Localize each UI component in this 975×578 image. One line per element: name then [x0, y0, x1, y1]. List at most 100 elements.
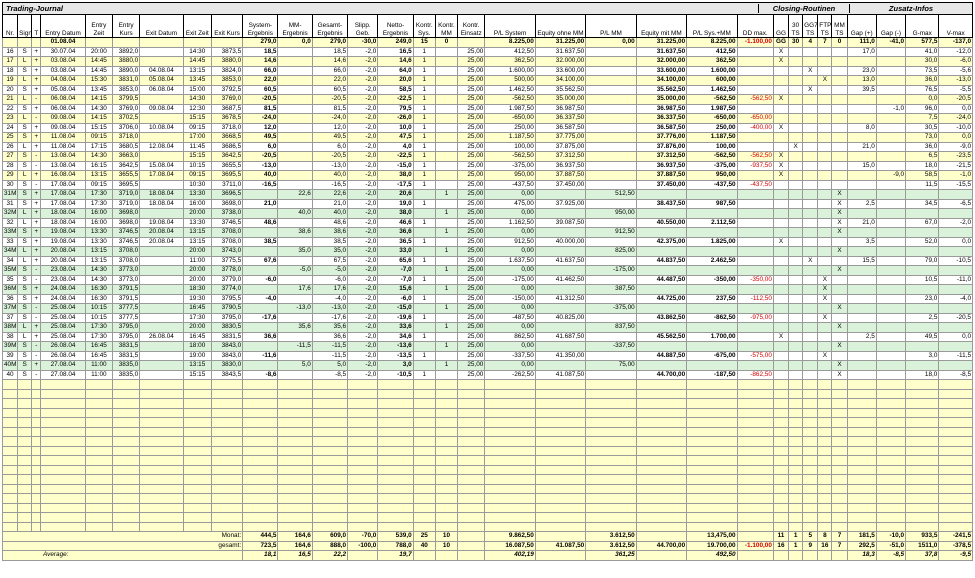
summary-cell	[736, 550, 774, 561]
table-cell	[1, 521, 19, 532]
table-cell: 25,00	[457, 75, 486, 86]
table-cell: 38,0	[377, 170, 414, 181]
table-cell	[434, 464, 459, 475]
table-cell	[311, 455, 349, 466]
table-cell: 3792,5	[210, 84, 244, 95]
table-cell	[635, 521, 688, 532]
table-cell	[434, 293, 459, 304]
table-cell	[457, 512, 486, 523]
table-cell	[635, 445, 688, 456]
table-cell	[817, 246, 833, 257]
table-cell: 111,0	[846, 37, 877, 48]
table-cell	[277, 65, 313, 76]
table-cell	[457, 483, 486, 494]
table-cell: 0,00	[484, 208, 536, 219]
summary-cell: 25	[412, 531, 436, 542]
table-cell: 36,0	[905, 141, 940, 152]
table-cell: 13:30	[182, 189, 212, 200]
table-cell: 36.987,50	[534, 103, 587, 114]
summary-cell: 8	[817, 531, 833, 542]
table-cell	[84, 464, 113, 475]
table-cell	[242, 483, 279, 494]
table-cell	[17, 445, 33, 456]
table-cell	[40, 379, 86, 390]
table-cell: 76,5	[905, 84, 940, 95]
table-cell: 0,00	[484, 360, 536, 371]
table-cell: -10,5	[377, 369, 414, 380]
table-cell	[772, 113, 790, 124]
summary-cell: 16,5	[277, 550, 313, 561]
table-cell	[17, 37, 33, 48]
table-cell	[377, 398, 414, 409]
journal-table: Nr.SignalTEntry DatumEntry ZeitEntry Kur…	[1, 14, 973, 561]
column-header: Entry Datum	[40, 14, 86, 38]
table-cell	[484, 512, 536, 523]
table-cell	[802, 189, 819, 200]
table-cell	[817, 445, 833, 456]
table-cell	[585, 474, 637, 485]
table-cell: 40,0	[242, 170, 279, 181]
table-cell: 3775,5	[210, 255, 244, 266]
table-cell: -650,00	[484, 113, 536, 124]
table-cell: 18	[1, 65, 19, 76]
table-cell	[938, 360, 973, 371]
table-cell: -5,0	[311, 265, 349, 276]
table-cell	[210, 474, 244, 485]
table-cell	[846, 464, 877, 475]
table-cell	[772, 388, 790, 399]
table-cell	[802, 436, 819, 447]
table-cell: 3686,5	[210, 141, 244, 152]
table-cell: 1.162,50	[484, 217, 536, 228]
table-cell: -8,6	[242, 369, 279, 380]
table-cell: -13,0	[938, 75, 973, 86]
table-cell: 2.112,50	[686, 217, 738, 228]
table-cell	[772, 407, 790, 418]
table-cell	[277, 445, 313, 456]
table-cell	[736, 46, 774, 57]
table-cell	[817, 512, 833, 523]
table-cell	[846, 265, 877, 276]
table-cell: -562,50	[484, 151, 536, 162]
table-cell	[817, 113, 833, 124]
table-cell	[40, 445, 86, 456]
table-cell: -2,0	[347, 132, 379, 143]
table-cell	[40, 455, 86, 466]
table-cell	[802, 388, 819, 399]
table-cell	[875, 141, 907, 152]
table-cell: 37.887,50	[635, 170, 688, 181]
table-cell	[412, 379, 436, 390]
table-cell	[457, 407, 486, 418]
table-cell: 20:00	[182, 322, 212, 333]
table-cell	[277, 417, 313, 428]
table-cell	[831, 417, 848, 428]
table-cell	[377, 445, 414, 456]
table-cell: 27.08.04	[40, 369, 86, 380]
table-cell	[817, 521, 833, 532]
column-header: Entry Kurs	[111, 14, 141, 38]
table-cell	[736, 246, 774, 257]
table-cell	[772, 512, 790, 523]
table-cell	[875, 512, 907, 523]
table-cell	[31, 379, 42, 390]
table-cell: -2,0	[347, 160, 379, 171]
table-cell: 3830,0	[210, 360, 244, 371]
table-cell: -41,0	[875, 37, 907, 48]
summary-cell: -9,5	[938, 550, 973, 561]
table-cell	[139, 426, 184, 437]
table-cell: 25,00	[457, 350, 486, 361]
table-cell	[412, 208, 436, 219]
table-cell	[875, 265, 907, 276]
table-cell	[802, 312, 819, 323]
table-cell: 4,0	[377, 141, 414, 152]
header-row: Nr.SignalTEntry DatumEntry ZeitEntry Kur…	[1, 14, 973, 38]
table-cell	[585, 398, 637, 409]
table-cell	[736, 493, 774, 504]
table-cell: 25,00	[457, 274, 486, 285]
table-cell	[686, 208, 738, 219]
table-cell	[686, 398, 738, 409]
table-cell	[831, 436, 848, 447]
table-cell	[242, 398, 279, 409]
table-cell	[875, 255, 907, 266]
table-cell: 36,6	[377, 227, 414, 238]
table-cell	[772, 227, 790, 238]
